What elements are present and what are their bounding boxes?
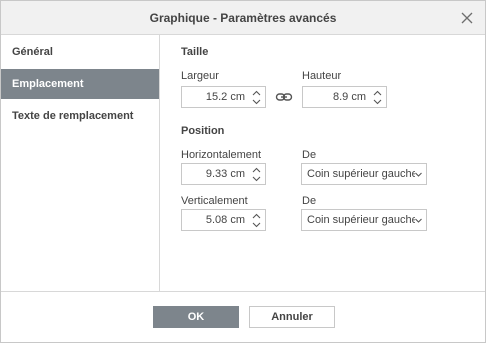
link-icon <box>275 93 293 101</box>
dialog-title: Graphique - Paramètres avancés <box>149 11 337 25</box>
width-label: Largeur <box>181 70 219 82</box>
chevron-down-icon[interactable] <box>250 220 263 230</box>
height-label: Hauteur <box>302 70 342 82</box>
sidebar-item-alt-text[interactable]: Texte de remplacement <box>1 101 159 131</box>
dialog-title-bar: Graphique - Paramètres avancés <box>1 1 485 35</box>
vertical-position-stepper[interactable]: 5.08 cm <box>181 209 266 231</box>
horizontal-from-value[interactable]: Coin supérieur gauche <box>307 168 415 180</box>
vertical-from-label: De <box>302 195 317 207</box>
vertical-label: Verticalement <box>181 195 248 207</box>
horizontal-from-label: De <box>302 149 317 161</box>
height-value[interactable]: 8.9 cm <box>333 91 366 103</box>
close-button[interactable] <box>459 10 475 26</box>
cancel-button[interactable]: Annuler <box>249 306 335 328</box>
width-stepper[interactable]: 15.2 cm <box>181 86 266 108</box>
vertical-from-select[interactable]: Coin supérieur gauche <box>301 209 427 231</box>
placement-panel: Taille Largeur 15.2 cm Hauteur 8.9 cm Po… <box>161 35 485 291</box>
horizontal-position-value[interactable]: 9.33 cm <box>206 168 245 180</box>
lock-aspect-ratio-button[interactable] <box>275 90 293 104</box>
settings-sidebar: Général Emplacement Texte de remplacemen… <box>1 35 160 291</box>
vertical-position-value[interactable]: 5.08 cm <box>206 214 245 226</box>
sidebar-item-placement[interactable]: Emplacement <box>1 69 159 99</box>
ok-button[interactable]: OK <box>153 306 239 328</box>
horizontal-position-stepper[interactable]: 9.33 cm <box>181 163 266 185</box>
dialog-footer: OK Annuler <box>1 291 485 342</box>
size-section-title: Taille <box>181 46 209 58</box>
chevron-down-icon[interactable] <box>414 216 423 225</box>
chevron-down-icon[interactable] <box>250 174 263 184</box>
chevron-down-icon[interactable] <box>371 97 384 107</box>
sidebar-item-general[interactable]: Général <box>1 37 159 67</box>
vertical-from-value[interactable]: Coin supérieur gauche <box>307 214 415 226</box>
chevron-down-icon[interactable] <box>414 170 423 179</box>
advanced-settings-dialog: Graphique - Paramètres avancés Général E… <box>0 0 486 343</box>
width-value[interactable]: 15.2 cm <box>206 91 245 103</box>
chevron-down-icon[interactable] <box>250 97 263 107</box>
horizontal-from-select[interactable]: Coin supérieur gauche <box>301 163 427 185</box>
height-stepper[interactable]: 8.9 cm <box>302 86 387 108</box>
horizontal-label: Horizontalement <box>181 149 262 161</box>
position-section-title: Position <box>181 125 225 137</box>
close-icon <box>461 12 473 24</box>
